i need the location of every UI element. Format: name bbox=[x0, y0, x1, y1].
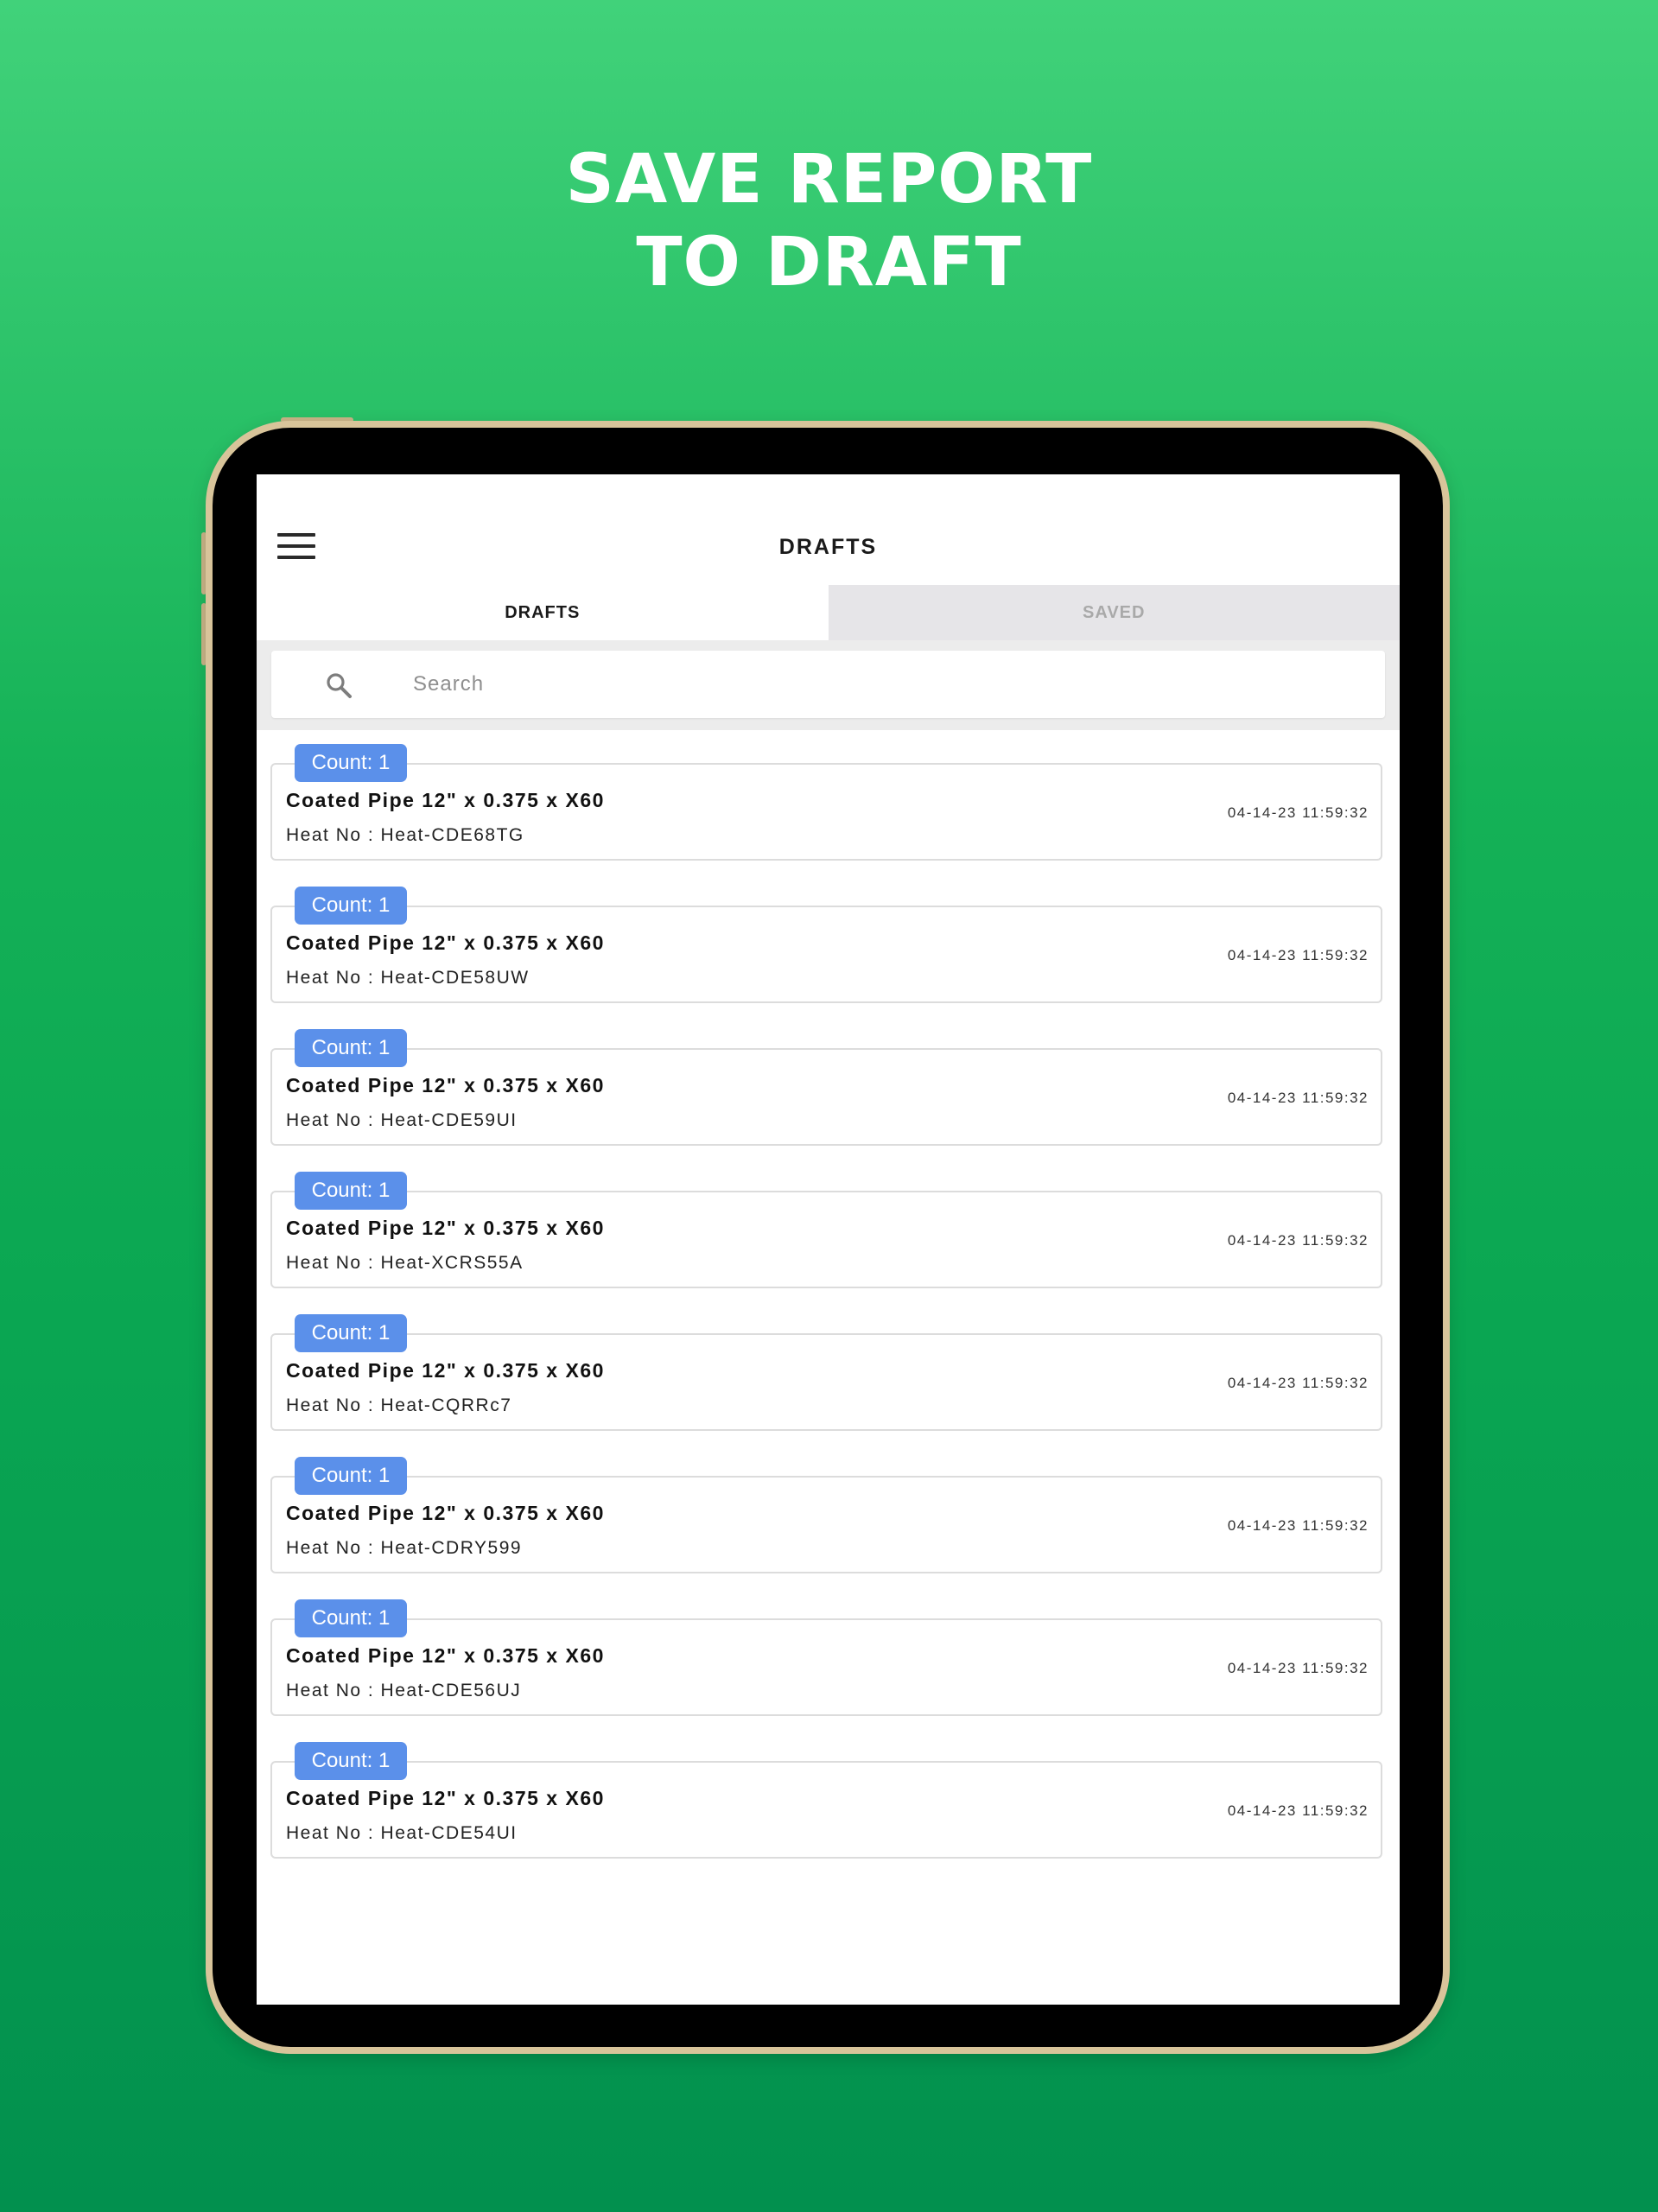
item-timestamp: 04-14-23 11:59:32 bbox=[1227, 1517, 1369, 1534]
item-timestamp: 04-14-23 11:59:32 bbox=[1227, 1660, 1369, 1676]
list-item[interactable]: Coated Pipe 12" x 0.375 x X60 Heat No : … bbox=[270, 1048, 1382, 1146]
count-badge: Count: 1 bbox=[295, 1599, 407, 1637]
item-heat-number: Heat No : Heat-CDE58UW bbox=[286, 968, 530, 988]
search-icon[interactable] bbox=[325, 671, 353, 699]
item-heat-number: Heat No : Heat-XCRS55A bbox=[286, 1253, 524, 1273]
tab-drafts[interactable]: DRAFTS bbox=[257, 585, 829, 640]
item-title: Coated Pipe 12" x 0.375 x X60 bbox=[286, 931, 605, 954]
item-title: Coated Pipe 12" x 0.375 x X60 bbox=[286, 1359, 605, 1382]
item-timestamp: 04-14-23 11:59:32 bbox=[1227, 1802, 1369, 1819]
item-timestamp: 04-14-23 11:59:32 bbox=[1227, 1375, 1369, 1391]
promo-headline-line2: TO DRAFT bbox=[636, 224, 1022, 302]
count-badge: Count: 1 bbox=[295, 1172, 407, 1210]
item-title: Coated Pipe 12" x 0.375 x X60 bbox=[286, 1787, 605, 1809]
item-title: Coated Pipe 12" x 0.375 x X60 bbox=[286, 1502, 605, 1524]
item-title: Coated Pipe 12" x 0.375 x X60 bbox=[286, 789, 605, 811]
item-timestamp: 04-14-23 11:59:32 bbox=[1227, 1232, 1369, 1249]
page-title: DRAFTS bbox=[778, 535, 878, 559]
item-heat-number: Heat No : Heat-CDE54UI bbox=[286, 1823, 518, 1843]
tab-saved[interactable]: SAVED bbox=[828, 585, 1400, 640]
item-heat-number: Heat No : Heat-CDRY599 bbox=[286, 1538, 523, 1558]
app-header: DRAFTS bbox=[257, 474, 1400, 585]
app-screen: DRAFTS DRAFTS SAVED Count: 1 Coated Pipe… bbox=[257, 474, 1400, 2005]
item-heat-number: Heat No : Heat-CQRRc7 bbox=[286, 1395, 512, 1415]
count-badge: Count: 1 bbox=[295, 1742, 407, 1780]
item-title: Coated Pipe 12" x 0.375 x X60 bbox=[286, 1644, 605, 1667]
count-badge: Count: 1 bbox=[295, 744, 407, 782]
search-bar bbox=[257, 640, 1400, 730]
item-title: Coated Pipe 12" x 0.375 x X60 bbox=[286, 1074, 605, 1096]
count-badge: Count: 1 bbox=[295, 1314, 407, 1352]
list-item[interactable]: Coated Pipe 12" x 0.375 x X60 Heat No : … bbox=[270, 1476, 1382, 1573]
list-item[interactable]: Coated Pipe 12" x 0.375 x X60 Heat No : … bbox=[270, 1761, 1382, 1859]
list-item[interactable]: Coated Pipe 12" x 0.375 x X60 Heat No : … bbox=[270, 763, 1382, 861]
list-item[interactable]: Coated Pipe 12" x 0.375 x X60 Heat No : … bbox=[270, 1191, 1382, 1288]
list-item[interactable]: Coated Pipe 12" x 0.375 x X60 Heat No : … bbox=[270, 906, 1382, 1003]
tab-bar: DRAFTS SAVED bbox=[257, 585, 1400, 640]
list-item[interactable]: Coated Pipe 12" x 0.375 x X60 Heat No : … bbox=[270, 1333, 1382, 1431]
list-item[interactable]: Coated Pipe 12" x 0.375 x X60 Heat No : … bbox=[270, 1618, 1382, 1716]
item-timestamp: 04-14-23 11:59:32 bbox=[1227, 804, 1369, 821]
item-heat-number: Heat No : Heat-CDE68TG bbox=[286, 825, 524, 845]
search-input[interactable] bbox=[413, 663, 1363, 706]
search-box[interactable] bbox=[271, 651, 1385, 718]
item-heat-number: Heat No : Heat-CDE59UI bbox=[286, 1110, 518, 1130]
count-badge: Count: 1 bbox=[295, 887, 407, 925]
count-badge: Count: 1 bbox=[295, 1029, 407, 1067]
promo-headline-line1: SAVE REPORT bbox=[565, 141, 1093, 219]
count-badge: Count: 1 bbox=[295, 1457, 407, 1495]
promo-headline: SAVE REPORT TO DRAFT bbox=[0, 138, 1658, 304]
item-title: Coated Pipe 12" x 0.375 x X60 bbox=[286, 1217, 605, 1239]
item-heat-number: Heat No : Heat-CDE56UJ bbox=[286, 1681, 522, 1700]
item-timestamp: 04-14-23 11:59:32 bbox=[1227, 1090, 1369, 1106]
item-timestamp: 04-14-23 11:59:32 bbox=[1227, 947, 1369, 963]
